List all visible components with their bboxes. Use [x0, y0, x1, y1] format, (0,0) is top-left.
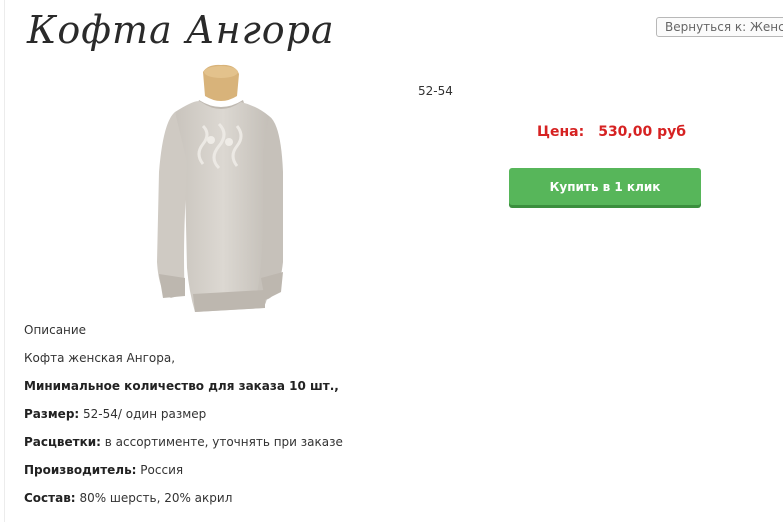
colors-label: Расцветки: — [24, 435, 101, 449]
description-intro: Кофта женская Ангора, — [24, 351, 176, 365]
composition-label: Состав: — [24, 491, 76, 505]
size-value: 52-54/ один размер — [83, 407, 207, 421]
back-to-category-button[interactable]: Вернуться к: Женская одежда — [656, 17, 783, 37]
page-title: Кофта Ангора — [27, 8, 335, 52]
description-composition: Состав: 80% шерсть, 20% акрил — [24, 489, 584, 517]
description-colors: Расцветки: в ассортименте, уточнять при … — [24, 433, 584, 461]
price: Цена: 530,00 руб — [537, 124, 686, 140]
buy-one-click-button[interactable]: Купить в 1 клик — [509, 168, 701, 205]
description-min-order: Минимальное количество для заказа 10 шт.… — [24, 377, 584, 405]
composition-value: 80% шерсть, 20% акрил — [79, 491, 233, 505]
product-description: Описание Кофта женская Ангора, Минимальн… — [24, 321, 584, 517]
price-value: 530,00 руб — [598, 124, 687, 140]
product-image[interactable] — [145, 62, 293, 320]
price-label: Цена: — [537, 124, 585, 140]
maker-label: Производитель: — [24, 463, 137, 477]
sweater-icon — [157, 64, 283, 312]
product-size: 52-54 — [418, 84, 453, 98]
description-size: Размер: 52-54/ один размер — [24, 405, 584, 433]
description-heading: Описание — [24, 323, 87, 337]
size-label: Размер: — [24, 407, 80, 421]
maker-value: Россия — [140, 463, 184, 477]
min-order-text: Минимальное количество для заказа 10 шт.… — [24, 379, 339, 393]
colors-value: в ассортименте, уточнять при заказе — [104, 435, 343, 449]
page-left-border — [4, 0, 5, 522]
description-maker: Производитель: Россия — [24, 461, 584, 489]
